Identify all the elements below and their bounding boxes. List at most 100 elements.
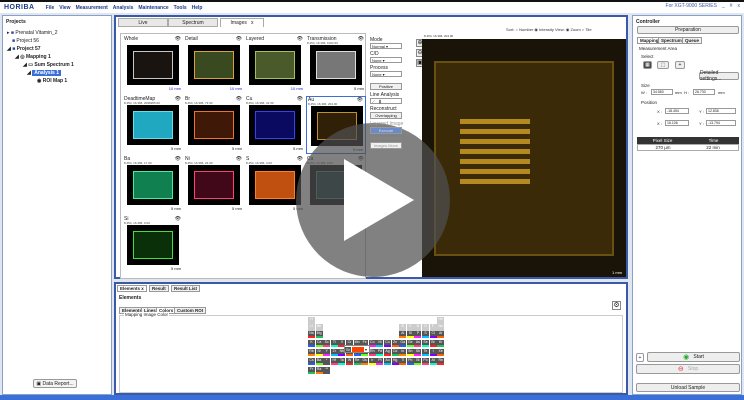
tab-result-list[interactable]: Result List	[171, 285, 201, 292]
element-Se[interactable]: Se	[422, 340, 429, 347]
element-As[interactable]: As	[414, 340, 422, 347]
tab-result[interactable]: Result	[149, 285, 169, 292]
element-Sc[interactable]: Sc	[323, 340, 331, 347]
preparation-button[interactable]: Preparation	[637, 26, 739, 34]
image-thumbnail[interactable]: Transmission 8.454, 16.396, 1062.60 👁 5 …	[306, 36, 366, 94]
element-O[interactable]: O	[422, 324, 429, 331]
mode-select[interactable]: Normal ▾	[370, 43, 402, 49]
menu-tools[interactable]: Tools	[174, 5, 187, 11]
element-Ni[interactable]: Ni	[376, 340, 384, 347]
add-button[interactable]: +	[636, 353, 644, 362]
tree-item[interactable]: ■ Project 56	[12, 38, 39, 44]
tab-spectrum[interactable]: Spectrum	[168, 18, 218, 27]
main-image-view[interactable]	[422, 39, 626, 277]
eye-icon[interactable]: 👁	[357, 97, 363, 103]
element-Li[interactable]: Li	[308, 324, 315, 331]
tree-item[interactable]: ◉ ROI Map 1	[37, 78, 67, 84]
element-Hg[interactable]: Hg	[391, 358, 399, 365]
menu-maintenance[interactable]: Maintenance	[138, 5, 168, 11]
element-Sb[interactable]: Sb	[414, 349, 422, 356]
element-Ga[interactable]: Ga	[399, 340, 407, 347]
menu-help[interactable]: Help	[192, 5, 203, 11]
sort-view-options[interactable]: Sort: ○ Number ◉ Intensity View: ◉ Zoom …	[506, 27, 592, 32]
element-Bi[interactable]: Bi	[414, 358, 422, 365]
tree-item[interactable]: ◢ ◎ Mapping 1	[15, 54, 51, 60]
element-Ne[interactable]: Ne	[437, 324, 445, 331]
start-button[interactable]: ◉ Start	[647, 352, 740, 362]
restore-button[interactable]: #	[730, 3, 733, 9]
element-Cu[interactable]: Cu	[384, 340, 391, 347]
subtab-custom-roi[interactable]: Custom ROI	[174, 307, 207, 314]
tree-item-selected[interactable]: ◢ Analysis 1	[27, 70, 61, 76]
element-F[interactable]: F	[429, 324, 437, 331]
images-move-button[interactable]: Images Move	[370, 142, 402, 149]
element-Ar[interactable]: Ar	[437, 331, 445, 338]
element-Pb[interactable]: Pb	[406, 358, 414, 365]
width-input[interactable]: 34.560	[651, 89, 673, 95]
element-Zr[interactable]: Zr	[330, 349, 338, 356]
eye-icon[interactable]: 👁	[236, 36, 242, 42]
element-P[interactable]: P	[414, 331, 422, 338]
settings-icon[interactable]: ⚙	[612, 301, 621, 310]
image-thumbnail[interactable]: Whole 👁 10 mm	[123, 36, 183, 94]
element-Te[interactable]: Te	[422, 349, 429, 356]
element-Os[interactable]: Os	[361, 358, 369, 365]
image-thumbnail[interactable]: Ni 8.454, 16.396, 24.00 👁 5 mm	[184, 156, 244, 214]
element-B[interactable]: B	[399, 324, 407, 331]
element-In[interactable]: In	[399, 349, 407, 356]
element-Na[interactable]: Na	[308, 331, 315, 338]
element-color-picker[interactable]: Sr ▾	[344, 345, 370, 353]
process-select[interactable]: None ▾	[370, 71, 402, 77]
element-Re[interactable]: Re	[353, 358, 361, 365]
image-thumbnail[interactable]: Si 8.454, 16.396, 0.00 👁 5 mm	[123, 216, 183, 274]
element-Hf[interactable]: Hf	[330, 358, 338, 365]
menu-file[interactable]: File	[46, 5, 55, 11]
element-Xe[interactable]: Xe	[437, 349, 445, 356]
element-K[interactable]: K	[308, 340, 315, 347]
element-W[interactable]: W	[346, 358, 353, 365]
x2-input[interactable]: 16.106	[665, 120, 689, 126]
menu-analysis[interactable]: Analysis	[113, 5, 134, 11]
element-Ir[interactable]: Ir	[368, 358, 376, 365]
element-At[interactable]: At	[429, 358, 437, 365]
element-Po[interactable]: Po	[422, 358, 429, 365]
unload-sample-button[interactable]: Unload Sample	[636, 383, 740, 392]
element-He[interactable]: He	[437, 317, 445, 324]
element-Al[interactable]: Al	[399, 331, 407, 338]
tree-item[interactable]: ▸ ■ Prenatal Vitamin_2	[7, 30, 57, 36]
eye-icon[interactable]: 👁	[175, 216, 181, 222]
select-rect-icon[interactable]: ⬚	[657, 61, 669, 69]
element-Be[interactable]: Be	[315, 324, 323, 331]
element-C[interactable]: C	[406, 324, 414, 331]
element-Au[interactable]: Au	[384, 358, 391, 365]
eye-icon[interactable]: 👁	[297, 36, 303, 42]
minimize-button[interactable]: _	[722, 3, 725, 9]
element-Ta[interactable]: Ta	[338, 358, 346, 365]
eye-icon[interactable]: 👁	[175, 156, 181, 162]
element-Y[interactable]: Y	[323, 349, 331, 356]
select-point-icon[interactable]: +	[675, 61, 685, 69]
execute-button[interactable]: Execute	[370, 127, 402, 134]
eye-icon[interactable]: 👁	[358, 36, 364, 42]
height-input[interactable]: 26.730	[693, 89, 715, 95]
tab-live[interactable]: Live	[118, 18, 168, 27]
close-button[interactable]: x	[738, 3, 741, 9]
x1-input[interactable]: -18.454	[665, 108, 689, 114]
y1-input[interactable]: 12.836	[706, 108, 736, 114]
stop-button[interactable]: ⊖ Stop	[636, 364, 740, 374]
element-Sr[interactable]: Sr	[315, 349, 323, 356]
element-Cd[interactable]: Cd	[391, 349, 399, 356]
y2-input[interactable]: -13.794	[706, 120, 736, 126]
image-thumbnail[interactable]: DeadtimeMap 8.454, 16.396, 2098265.00 👁 …	[123, 96, 183, 154]
image-thumbnail[interactable]: Ba 8.454, 16.396, 17.00 👁 5 mm	[123, 156, 183, 214]
tab-queue[interactable]: Queue	[682, 37, 703, 44]
tab-elements[interactable]: Elements x	[117, 285, 147, 292]
element-Rn[interactable]: Rn	[437, 358, 445, 365]
menu-measurement[interactable]: Measurement	[76, 5, 108, 11]
eye-icon[interactable]: 👁	[297, 156, 303, 162]
element-Ra[interactable]: Ra	[315, 367, 323, 374]
element-Ca[interactable]: Ca	[315, 340, 323, 347]
element-Si[interactable]: Si	[406, 331, 414, 338]
image-thumbnail[interactable]: Br 8.454, 16.396, 73.93 👁 5 mm	[184, 96, 244, 154]
element-I[interactable]: I	[429, 349, 437, 356]
